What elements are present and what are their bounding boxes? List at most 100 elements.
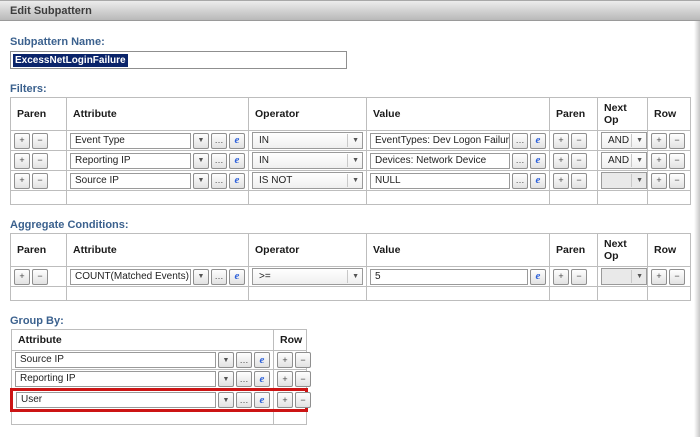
attribute-dropdown-button[interactable]: ▼ <box>193 172 209 189</box>
paren-close-button[interactable]: − <box>32 268 48 285</box>
ellipsis-icon: … <box>214 271 224 281</box>
ellipsis-icon: … <box>515 155 525 165</box>
group-by-table: Attribute Row Source IP ▼ … e + − Report… <box>10 329 311 425</box>
add-row-button[interactable]: + <box>651 132 667 149</box>
subpattern-name-input[interactable]: ExcessNetLoginFailure <box>10 51 347 69</box>
attribute-expression-button[interactable]: e <box>254 392 270 408</box>
plus-icon: + <box>282 394 288 405</box>
attribute-browse-button[interactable]: … <box>211 268 227 285</box>
value-expression-button[interactable]: e <box>530 268 546 285</box>
ellipsis-icon: … <box>239 373 249 384</box>
attribute-dropdown-button[interactable]: ▼ <box>218 352 234 368</box>
remove-row-button[interactable]: − <box>295 392 311 408</box>
nextop-select[interactable]: AND ▼ <box>601 152 647 169</box>
attribute-field[interactable]: Event Type <box>70 132 191 149</box>
aggregate-header-operator: Operator <box>248 233 367 267</box>
nextop-select[interactable]: ▼ <box>601 268 647 285</box>
attribute-expression-button[interactable]: e <box>229 152 245 169</box>
attribute-browse-button[interactable]: … <box>211 132 227 149</box>
attribute-browse-button[interactable]: … <box>236 392 252 408</box>
chevron-down-icon: ▼ <box>347 174 359 187</box>
value-expression-button[interactable]: e <box>530 132 546 149</box>
attribute-expression-button[interactable]: e <box>254 371 270 387</box>
filters-label: Filters: <box>10 83 47 95</box>
paren-close-button[interactable]: − <box>571 132 587 149</box>
operator-select[interactable]: IN ▼ <box>252 152 363 169</box>
paren-close-button[interactable]: − <box>571 268 587 285</box>
operator-select[interactable]: IN ▼ <box>252 132 363 149</box>
remove-row-button[interactable]: − <box>669 152 685 169</box>
operator-select[interactable]: >= ▼ <box>252 268 363 285</box>
attribute-dropdown-button[interactable]: ▼ <box>218 392 234 408</box>
paren-open-button[interactable]: + <box>553 152 569 169</box>
value-expression-button[interactable]: e <box>530 172 546 189</box>
plus-icon: + <box>19 175 25 185</box>
add-row-button[interactable]: + <box>277 352 293 368</box>
attribute-field[interactable]: User <box>16 392 216 408</box>
filter-row: + − Event Type ▼ … e IN ▼ EventTypes: De… <box>10 130 691 151</box>
remove-row-button[interactable]: − <box>669 172 685 189</box>
remove-row-button[interactable]: − <box>669 268 685 285</box>
value-field[interactable]: NULL <box>370 172 510 189</box>
value-field[interactable]: EventTypes: Dev Logon Failure <box>370 132 510 149</box>
group-by-header-attribute: Attribute <box>11 329 274 351</box>
remove-row-button[interactable]: − <box>295 371 311 387</box>
chevron-down-icon: ▼ <box>631 154 643 167</box>
add-row-button[interactable]: + <box>651 152 667 169</box>
add-row-button[interactable]: + <box>651 268 667 285</box>
aggregate-header-value: Value <box>366 233 550 267</box>
attribute-expression-button[interactable]: e <box>229 132 245 149</box>
dialog-right-shadow <box>694 21 700 437</box>
remove-row-button[interactable]: − <box>295 352 311 368</box>
attribute-field[interactable]: Reporting IP <box>15 371 216 387</box>
value-field[interactable]: 5 <box>370 268 528 285</box>
paren-open-button[interactable]: + <box>553 172 569 189</box>
add-row-button[interactable]: + <box>277 371 293 387</box>
attribute-dropdown-button[interactable]: ▼ <box>193 268 209 285</box>
paren-open-button[interactable]: + <box>14 132 30 149</box>
attribute-browse-button[interactable]: … <box>211 152 227 169</box>
value-browse-button[interactable]: … <box>512 152 528 169</box>
value-field[interactable]: Devices: Network Device <box>370 152 510 169</box>
add-row-button[interactable]: + <box>277 392 293 408</box>
paren-close-button[interactable]: − <box>32 152 48 169</box>
attribute-expression-button[interactable]: e <box>229 268 245 285</box>
value-browse-button[interactable]: … <box>512 172 528 189</box>
paren-open-button[interactable]: + <box>553 268 569 285</box>
attribute-browse-button[interactable]: … <box>236 371 252 387</box>
value-browse-button[interactable]: … <box>512 132 528 149</box>
attribute-browse-button[interactable]: … <box>211 172 227 189</box>
dialog-title: Edit Subpattern <box>0 0 700 21</box>
filters-header-row-col: Row <box>647 97 691 131</box>
chevron-down-icon: ▼ <box>222 375 230 383</box>
paren-open-button[interactable]: + <box>14 152 30 169</box>
attribute-field[interactable]: Source IP <box>15 352 216 368</box>
attribute-field[interactable]: Source IP <box>70 172 191 189</box>
paren-close-button[interactable]: − <box>571 172 587 189</box>
filters-header-operator: Operator <box>248 97 367 131</box>
minus-icon: − <box>576 155 582 165</box>
attribute-dropdown-button[interactable]: ▼ <box>193 132 209 149</box>
paren-close-button[interactable]: − <box>32 132 48 149</box>
ellipsis-icon: … <box>214 175 224 185</box>
paren-close-button[interactable]: − <box>571 152 587 169</box>
operator-select[interactable]: IS NOT ▼ <box>252 172 363 189</box>
minus-icon: − <box>576 271 582 281</box>
paren-open-button[interactable]: + <box>14 268 30 285</box>
attribute-browse-button[interactable]: … <box>236 352 252 368</box>
attribute-expression-button[interactable]: e <box>229 172 245 189</box>
value-expression-button[interactable]: e <box>530 152 546 169</box>
attribute-dropdown-button[interactable]: ▼ <box>193 152 209 169</box>
nextop-select[interactable]: AND ▼ <box>601 132 647 149</box>
attribute-field[interactable]: COUNT(Matched Events) <box>70 268 191 285</box>
chevron-down-icon: ▼ <box>347 134 359 147</box>
remove-row-button[interactable]: − <box>669 132 685 149</box>
paren-open-button[interactable]: + <box>14 172 30 189</box>
nextop-select[interactable]: ▼ <box>601 172 647 189</box>
paren-close-button[interactable]: − <box>32 172 48 189</box>
attribute-expression-button[interactable]: e <box>254 352 270 368</box>
attribute-field[interactable]: Reporting IP <box>70 152 191 169</box>
attribute-dropdown-button[interactable]: ▼ <box>218 371 234 387</box>
add-row-button[interactable]: + <box>651 172 667 189</box>
paren-open-button[interactable]: + <box>553 132 569 149</box>
